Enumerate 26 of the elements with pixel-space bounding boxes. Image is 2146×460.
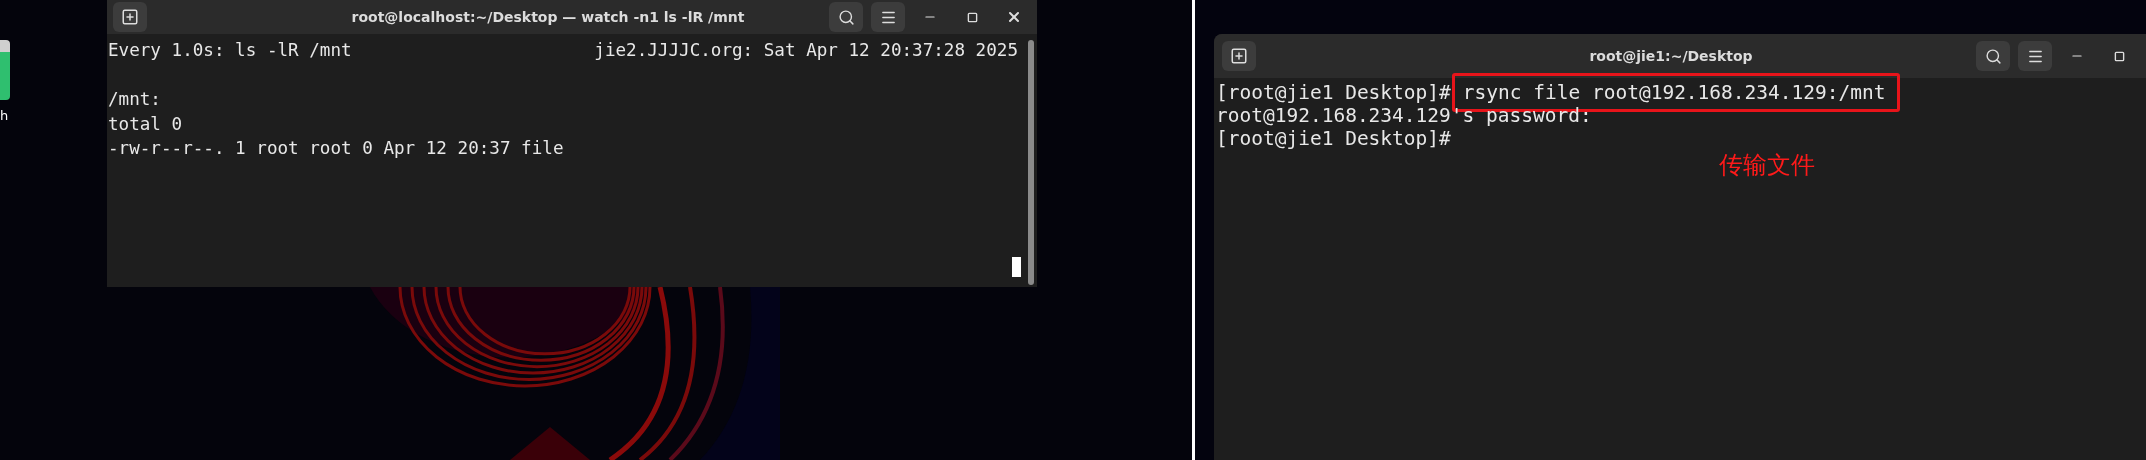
desktop-icon-label: h (0, 107, 9, 125)
close-icon (1006, 9, 1022, 25)
watch-host-time: jie2.JJJJC.org: Sat Apr 12 20:37:28 2025 (594, 39, 1018, 62)
shell-prompt: [root@jie1 Desktop]# (1216, 127, 1451, 150)
terminal-line: -rw-r--r--. 1 root root 0 Apr 12 20:37 file (108, 137, 564, 160)
menu-button[interactable] (871, 2, 905, 32)
search-icon (1984, 47, 2002, 65)
menu-button[interactable] (2018, 41, 2052, 71)
scrollbar[interactable] (1028, 40, 1034, 285)
cursor-icon (1012, 257, 1021, 277)
search-icon (837, 8, 855, 26)
new-tab-button[interactable] (1222, 41, 1256, 71)
terminal-line: /mnt: (108, 88, 161, 111)
terminal-line: total 0 (108, 112, 183, 136)
window-title: root@localhost:~/Desktop — watch -n1 ls -lR /mnt (350, 7, 746, 27)
watch-header: Every 1.0s: ls -lR /mnt (108, 39, 352, 62)
maximize-icon (966, 11, 978, 23)
new-tab-icon (1230, 47, 1248, 65)
shell-prompt: [root@jie1 Desktop]# (1216, 81, 1451, 104)
new-tab-icon (121, 8, 139, 26)
search-button[interactable] (829, 2, 863, 32)
search-button[interactable] (1976, 41, 2010, 71)
window-title: root@jie1:~/Desktop (1588, 46, 1754, 66)
annotation-text: 传输文件 (1719, 150, 1815, 180)
maximize-icon (2113, 50, 2125, 62)
new-tab-button[interactable] (113, 2, 147, 32)
